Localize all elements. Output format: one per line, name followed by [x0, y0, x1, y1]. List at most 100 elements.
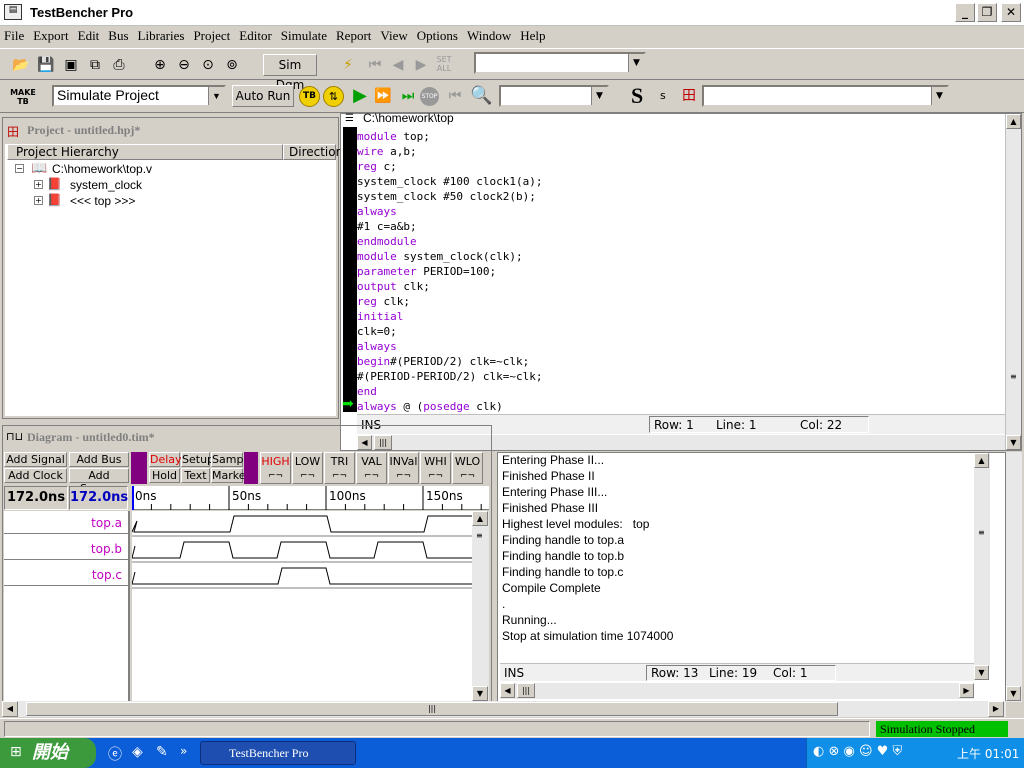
close-button[interactable]: ✕: [1001, 3, 1021, 22]
menu-simulate[interactable]: Simulate: [281, 28, 327, 44]
state-whi-button[interactable]: WHI ⌐¬: [420, 452, 451, 484]
next-icon[interactable]: ▶: [410, 54, 432, 76]
code-line[interactable]: reg c;: [357, 159, 542, 174]
code-line[interactable]: always @ (posedge clk): [357, 399, 542, 414]
quicklaunch-icon[interactable]: ✎: [156, 744, 168, 760]
save-icon[interactable]: 💾: [35, 54, 57, 76]
print-icon[interactable]: ⎙: [108, 54, 130, 76]
run-icon[interactable]: ▶: [349, 85, 371, 107]
taskbar-app-button[interactable]: TestBencher Pro: [200, 741, 356, 765]
menu-view[interactable]: View: [380, 28, 407, 44]
add-spacer-button[interactable]: Add Spacer: [69, 468, 129, 495]
state-wlo-button[interactable]: WLO ⌐¬: [452, 452, 483, 484]
search-icon[interactable]: 🔍: [470, 85, 492, 107]
search-combo[interactable]: ▼: [499, 85, 609, 107]
code-line[interactable]: #(PERIOD-PERIOD/2) clk=~clk;: [357, 369, 542, 384]
set-all-button[interactable]: SET ALL: [432, 55, 456, 73]
scroll-thumb-icon[interactable]: ≡: [978, 528, 985, 537]
fast-forward-icon[interactable]: ⏭: [395, 85, 421, 107]
scroll-up-icon[interactable]: ▲: [472, 511, 488, 526]
scroll-up-icon[interactable]: ▲: [1006, 114, 1021, 129]
signal-combo[interactable]: ▼: [702, 85, 949, 107]
state-high-button[interactable]: HIGH ⌐¬: [260, 452, 291, 484]
menu-options[interactable]: Options: [417, 28, 458, 44]
col-direction[interactable]: Direction: [283, 144, 343, 160]
col-hierarchy[interactable]: Project Hierarchy: [7, 144, 283, 160]
menu-window[interactable]: Window: [467, 28, 511, 44]
state-low-button[interactable]: LOW ⌐¬: [292, 452, 323, 484]
expand-icon[interactable]: +: [34, 196, 43, 205]
code-line[interactable]: end: [357, 384, 542, 399]
code-line[interactable]: output clk;: [357, 279, 542, 294]
sample-button[interactable]: Sample: [211, 452, 253, 467]
add-signal-button[interactable]: Add Signal: [4, 452, 67, 467]
log-vscrollbar[interactable]: ▲ ≡ ▼: [974, 453, 990, 680]
copy-ole-icon[interactable]: ⧉: [84, 54, 106, 76]
ie-icon[interactable]: ⓔ: [108, 744, 122, 764]
scroll-down-icon[interactable]: ▼: [974, 665, 989, 680]
scroll-thumb-icon[interactable]: ≡: [476, 531, 483, 540]
scroll-down-icon[interactable]: ▼: [472, 686, 488, 701]
scroll-down-icon[interactable]: ▼: [1006, 686, 1021, 701]
scroll-down-icon[interactable]: ▼: [1006, 435, 1021, 450]
menu-libraries[interactable]: Libraries: [138, 28, 185, 44]
menu-edit[interactable]: Edit: [78, 28, 100, 44]
tree-item-top[interactable]: <<< top >>>: [70, 194, 135, 208]
menu-file[interactable]: File: [4, 28, 24, 44]
more-icon[interactable]: »: [180, 744, 187, 758]
scroll-right-icon[interactable]: ▶: [988, 701, 1004, 717]
code-line[interactable]: system_clock #100 clock1(a);: [357, 174, 542, 189]
state-tri-button[interactable]: TRI ⌐¬: [324, 452, 355, 484]
marker-button[interactable]: Marker: [211, 468, 250, 483]
state-val-button[interactable]: VAL ⌐¬: [356, 452, 387, 484]
code-line[interactable]: clk=0;: [357, 324, 542, 339]
code-editor[interactable]: module top; wire a,b; reg c; system_clock #…: [357, 129, 542, 414]
quicklaunch-icon[interactable]: ◈: [132, 744, 143, 760]
menu-export[interactable]: Export: [33, 28, 68, 44]
sim-dgm-button[interactable]: Sim Dgm: [263, 54, 317, 92]
cursor-marker[interactable]: [132, 486, 134, 510]
zoom-fit-icon[interactable]: ⊙: [197, 54, 219, 76]
code-line[interactable]: reg clk;: [357, 294, 542, 309]
tray-icons[interactable]: ◐ ⊗ ◉ ☺ ♥ ⛨: [813, 744, 902, 759]
tree-item-system-clock[interactable]: system_clock: [70, 178, 142, 192]
stop-icon[interactable]: STOP: [420, 87, 439, 106]
first-icon[interactable]: ⏮: [364, 54, 386, 76]
state-inval-button[interactable]: INVal ⌐¬: [388, 452, 419, 484]
code-line[interactable]: initial: [357, 309, 542, 324]
scroll-thumb[interactable]: |||: [26, 702, 838, 716]
auto-run-button[interactable]: Auto Run: [232, 85, 294, 107]
main-hscrollbar[interactable]: ◀ ||| ▶: [2, 701, 1006, 717]
hierarchy-icon[interactable]: ⽥: [678, 85, 700, 107]
waveform-area[interactable]: [132, 511, 472, 701]
scroll-left-icon[interactable]: ◀: [2, 701, 18, 717]
text-button[interactable]: Text: [181, 468, 210, 483]
add-bus-button[interactable]: Add Bus: [69, 452, 129, 467]
zoom-in-icon[interactable]: ⊕: [149, 54, 171, 76]
signal-top-a[interactable]: top.a: [4, 512, 128, 534]
menu-editor[interactable]: Editor: [239, 28, 272, 44]
zoom-out-icon[interactable]: ⊖: [173, 54, 195, 76]
tb-icon[interactable]: TB: [299, 86, 320, 107]
code-line[interactable]: #1 c=a&b;: [357, 219, 542, 234]
menu-project[interactable]: Project: [193, 28, 230, 44]
wave-top-a[interactable]: [132, 515, 472, 533]
rewind-icon[interactable]: ⏮: [444, 85, 466, 107]
scroll-thumb[interactable]: |||: [517, 683, 535, 698]
signal-top-b[interactable]: top.b: [4, 538, 128, 560]
zoom-full-icon[interactable]: ⊚: [221, 54, 243, 76]
code-line[interactable]: system_clock #50 clock2(b);: [357, 189, 542, 204]
tree-root[interactable]: C:\homework\top.v: [52, 162, 152, 176]
scroll-right-icon[interactable]: ▶: [959, 683, 974, 698]
code-line[interactable]: always: [357, 204, 542, 219]
scroll-thumb-icon[interactable]: ≡: [1010, 372, 1017, 381]
editor-vscrollbar[interactable]: ▲ ▼ ≡: [1005, 114, 1021, 450]
wave-top-b[interactable]: [132, 541, 472, 559]
expand-icon[interactable]: +: [34, 180, 43, 189]
signal-top-c[interactable]: top.c: [4, 564, 128, 586]
code-line[interactable]: always: [357, 339, 542, 354]
scroll-up-icon[interactable]: ▲: [974, 453, 989, 468]
collapse-icon[interactable]: −: [15, 164, 24, 173]
prev-icon[interactable]: ◀: [387, 54, 409, 76]
log-hscrollbar[interactable]: ◀ ||| ▶: [500, 683, 974, 699]
